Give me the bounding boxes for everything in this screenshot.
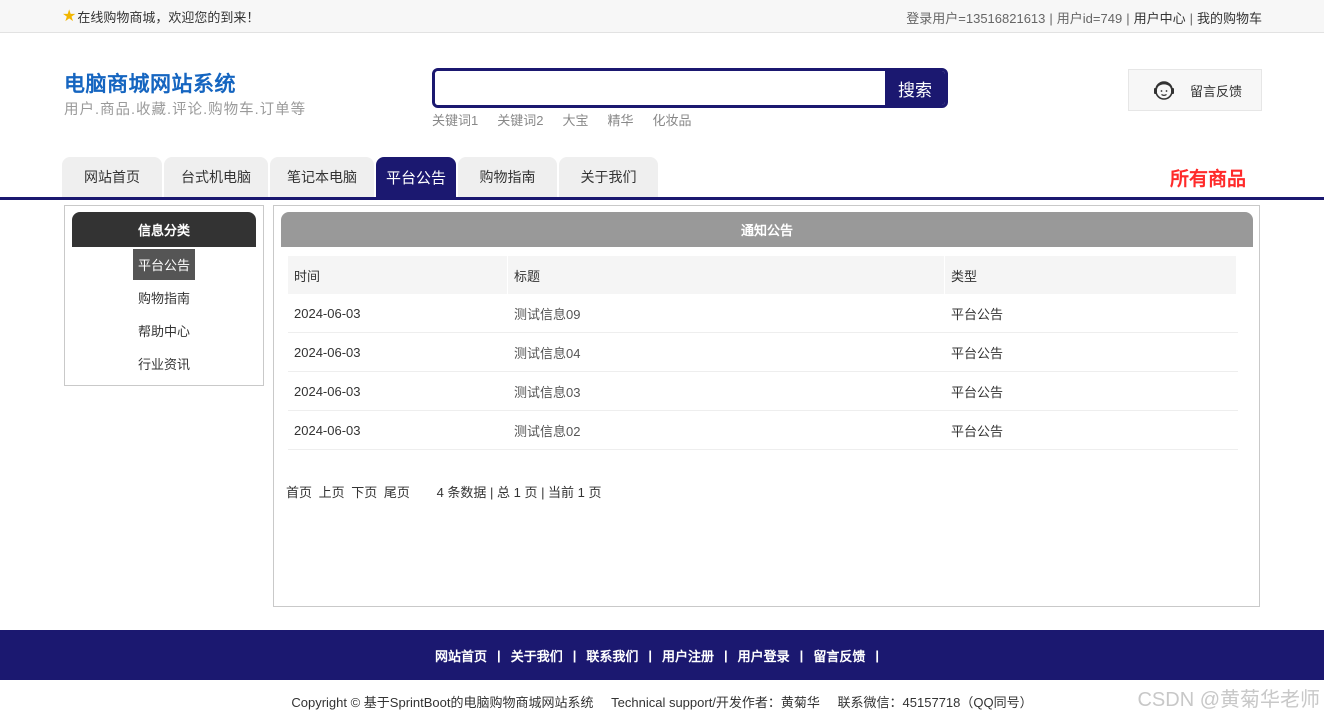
type-cell: 平台公告 [951, 384, 1004, 400]
title-cell: 测试信息03 [508, 372, 944, 410]
type-cell: 平台公告 [951, 345, 1004, 361]
footer-link-register[interactable]: 用户注册 [662, 646, 714, 665]
footer-link-login[interactable]: 用户登录 [738, 646, 790, 665]
tab-about-us[interactable]: 关于我们 [559, 157, 658, 197]
prev-page-link[interactable]: 上页 [319, 485, 345, 500]
hotword-link[interactable]: 关键词1 [432, 113, 478, 128]
column-header: 标题 [508, 256, 944, 294]
category-sidebar: 信息分类 平台公告 购物指南 帮助中心 行业资讯 [64, 205, 264, 386]
notice-title-link[interactable]: 测试信息04 [514, 343, 580, 362]
user-id-text: 用户id=749 [1056, 11, 1123, 26]
hotword-link[interactable]: 化妆品 [653, 113, 692, 128]
notice-title-link[interactable]: 测试信息09 [514, 304, 580, 323]
tab-desktop[interactable]: 台式机电脑 [164, 157, 268, 197]
notice-table: 时间 标题 类型 2024-06-03 测试信息09 平台公告 2024-06-… [288, 256, 1238, 450]
hotword-link[interactable]: 大宝 [562, 113, 588, 128]
copyright: Copyright © 基于SprintBoot的电脑购物商城网站系统 Tech… [0, 692, 1324, 711]
welcome-text: 在线购物商城，欢迎您的到来！ [77, 10, 260, 25]
hotword-link[interactable]: 关键词2 [497, 113, 543, 128]
notice-title-link[interactable]: 测试信息03 [514, 382, 580, 401]
login-user-text: 登录用户=13516821613 [906, 11, 1046, 26]
sidebar-item-industry-news[interactable]: 行业资讯 [65, 348, 263, 379]
date-cell: 2024-06-03 [294, 422, 361, 438]
cart-link[interactable]: 我的购物车 [1197, 11, 1262, 26]
search-box: 搜索 [432, 68, 948, 108]
watermark: CSDN @黄菊华老师 [1137, 689, 1320, 711]
star-icon: ★ [62, 7, 77, 25]
user-center-link[interactable]: 用户中心 [1134, 11, 1186, 26]
main-nav: 网站首页 台式机电脑 笔记本电脑 平台公告 购物指南 关于我们 [62, 157, 660, 197]
column-header: 类型 [945, 256, 1236, 294]
title-cell: 测试信息09 [508, 294, 944, 332]
table-row: 2024-06-03 测试信息04 平台公告 [288, 333, 1238, 372]
type-cell: 平台公告 [951, 306, 1004, 322]
footer-link-contact[interactable]: 联系我们 [586, 646, 638, 665]
sidebar-item-shopping-guide[interactable]: 购物指南 [65, 282, 263, 313]
table-header: 时间 标题 类型 [288, 256, 1238, 294]
pagination: 首页 上页 下页 尾页 4 条数据 | 总 1 页 | 当前 1 页 [286, 482, 602, 501]
notice-panel: 通知公告 时间 标题 类型 2024-06-03 测试信息09 平台公告 202… [273, 205, 1260, 607]
site-title[interactable]: 电脑商城网站系统 [64, 68, 236, 98]
first-page-link[interactable]: 首页 [286, 485, 312, 500]
support-text: Technical support/开发作者：黄菊华 [611, 695, 820, 710]
date-cell: 2024-06-03 [294, 305, 361, 321]
pagination-info: 4 条数据 | 总 1 页 | 当前 1 页 [436, 485, 602, 500]
search-input[interactable] [435, 71, 887, 105]
feedback-label: 留言反馈 [1190, 83, 1243, 99]
date-cell: 2024-06-03 [294, 344, 361, 360]
footer-link-about[interactable]: 关于我们 [511, 646, 563, 665]
sidebar-item-announcements[interactable]: 平台公告 [65, 249, 263, 280]
customer-service-icon [1154, 81, 1174, 100]
table-row: 2024-06-03 测试信息09 平台公告 [288, 294, 1238, 333]
tab-home[interactable]: 网站首页 [62, 157, 162, 197]
copyright-text: Copyright © 基于SprintBoot的电脑购物商城网站系统 [291, 695, 594, 710]
table-row: 2024-06-03 测试信息03 平台公告 [288, 372, 1238, 411]
type-cell: 平台公告 [951, 423, 1004, 439]
tab-announcements[interactable]: 平台公告 [376, 157, 456, 197]
tab-shopping-guide[interactable]: 购物指南 [458, 157, 557, 197]
next-page-link[interactable]: 下页 [351, 485, 377, 500]
feedback-button[interactable]: 留言反馈 [1128, 69, 1262, 111]
welcome-message: ★ 在线购物商城，欢迎您的到来！ [62, 7, 259, 26]
top-bar: ★ 在线购物商城，欢迎您的到来！ 登录用户=13516821613 | 用户id=7… [0, 0, 1324, 33]
title-cell: 测试信息02 [508, 411, 944, 449]
title-cell: 测试信息04 [508, 333, 944, 371]
panel-title: 通知公告 [281, 212, 1253, 247]
site-subtitle: 用户.商品.收藏.评论.购物车.订单等 [64, 102, 307, 118]
sidebar-title: 信息分类 [72, 212, 256, 247]
date-cell: 2024-06-03 [294, 383, 361, 399]
sidebar-item-help-center[interactable]: 帮助中心 [65, 315, 263, 346]
notice-title-link[interactable]: 测试信息02 [514, 421, 580, 440]
table-row: 2024-06-03 测试信息02 平台公告 [288, 411, 1238, 450]
user-links: 登录用户=13516821613 | 用户id=749 | 用户中心 | 我的购物车 [906, 11, 1262, 26]
footer-link-feedback[interactable]: 留言反馈 [813, 646, 865, 665]
all-goods-link[interactable]: 所有商品 [1170, 164, 1246, 191]
last-page-link[interactable]: 尾页 [384, 485, 410, 500]
column-header: 时间 [288, 256, 507, 294]
hot-keywords: 关键词1 关键词2 大宝 精华 化妆品 [432, 110, 711, 129]
footer-link-home[interactable]: 网站首页 [435, 646, 487, 665]
search-button[interactable]: 搜索 [885, 71, 945, 105]
tab-laptop[interactable]: 笔记本电脑 [270, 157, 374, 197]
nav-divider [0, 197, 1324, 200]
hotword-link[interactable]: 精华 [607, 113, 633, 128]
wechat-text: 联系微信：45157718（QQ同号） [837, 695, 1033, 710]
footer-nav: 网站首页 | 关于我们 | 联系我们 | 用户注册 | 用户登录 | 留言反馈 | [0, 630, 1324, 680]
